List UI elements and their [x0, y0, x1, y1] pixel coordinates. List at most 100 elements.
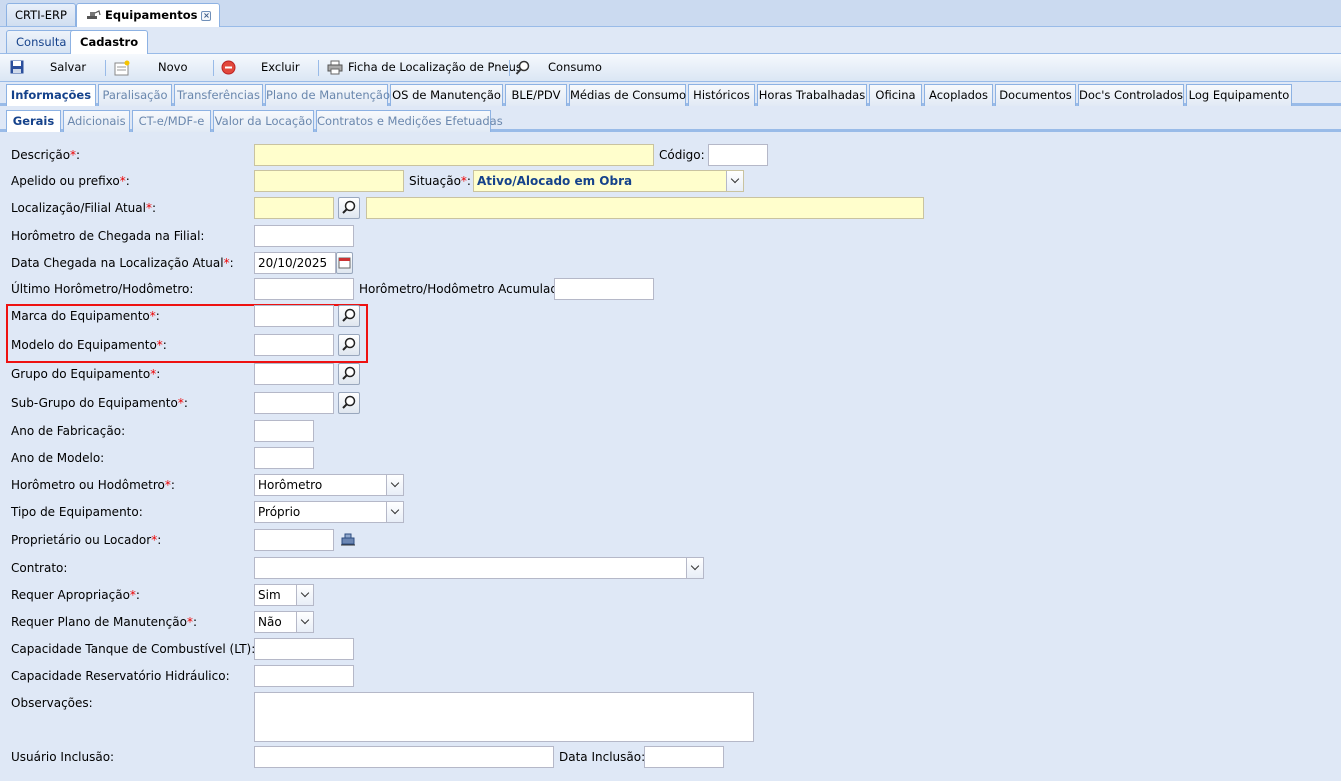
subgrupo-label: Sub-Grupo do Equipamento*:	[11, 396, 188, 410]
tab-horas-trabalhadas[interactable]: Horas Trabalhadas	[757, 84, 867, 106]
tipo-select[interactable]: Próprio	[254, 501, 404, 523]
calendar-button[interactable]	[336, 252, 353, 274]
toolbar-separator	[318, 60, 319, 76]
chevron-down-icon[interactable]	[726, 171, 743, 191]
subgrupo-input[interactable]	[254, 392, 334, 414]
tab-acoplados[interactable]: Acoplados	[924, 84, 993, 106]
proprietario-input[interactable]	[254, 529, 334, 551]
data-inclusao-input[interactable]	[644, 746, 724, 768]
tire-location-sheet-button[interactable]: Ficha de Localização de Pneus	[348, 60, 522, 74]
tab-label: Plano de Manutenção	[266, 88, 391, 102]
grupo-input[interactable]	[254, 363, 334, 385]
req-apropriacao-select[interactable]: Sim	[254, 584, 314, 606]
chevron-down-icon[interactable]	[386, 475, 403, 495]
descricao-input[interactable]	[254, 144, 654, 166]
tab-ble-pdv[interactable]: BLE/PDV	[505, 84, 567, 106]
localizacao-description-input[interactable]	[366, 197, 924, 219]
horometro-chegada-input[interactable]	[254, 225, 354, 247]
marca-label: Marca do Equipamento*:	[11, 309, 160, 323]
tab-contratos-medicoes[interactable]: Contratos e Medições Efetuadas	[316, 110, 503, 132]
horometro-ou-hodometro-select[interactable]: Horômetro	[254, 474, 404, 496]
tab-label: Documentos	[999, 88, 1072, 102]
tab-docs-controlados[interactable]: Doc's Controlados	[1078, 84, 1184, 106]
horometro-acumulado-label: Horômetro/Hodômetro Acumulado:	[359, 282, 570, 296]
toolbar-separator	[105, 60, 106, 76]
tab-label: Doc's Controlados	[1079, 88, 1183, 102]
tab-cte-mdfe[interactable]: CT-e/MDF-e	[132, 110, 211, 132]
horometro-acumulado-input[interactable]	[554, 278, 654, 300]
tab-medias-consumo[interactable]: Médias de Consumo	[569, 84, 686, 106]
tab-informacoes[interactable]: Informações	[6, 84, 96, 106]
ano-fabricacao-input[interactable]	[254, 420, 314, 442]
tab-os-manutencao[interactable]: OS de Manutenção	[390, 84, 503, 106]
localizacao-code-input[interactable]	[254, 197, 334, 219]
proprietario-label: Proprietário ou Locador*:	[11, 533, 162, 547]
cap-combustivel-input[interactable]	[254, 638, 354, 660]
ultimo-horometro-label: Último Horômetro/Hodômetro:	[11, 282, 194, 296]
req-plano-select[interactable]: Não	[254, 611, 314, 633]
close-icon[interactable]: ×	[201, 11, 212, 21]
tab-valor-locacao[interactable]: Valor da Locação	[213, 110, 314, 132]
tab-label: Gerais	[12, 114, 55, 128]
select-value: Não	[258, 615, 282, 629]
tab-label: Históricos	[693, 88, 750, 102]
data-chegada-label: Data Chegada na Localização Atual*:	[11, 256, 234, 270]
contrato-select[interactable]	[254, 557, 704, 579]
observacoes-label: Observações:	[11, 696, 93, 710]
situacao-select[interactable]: Ativo/Alocado em Obra	[473, 170, 744, 192]
tab-consulta[interactable]: Consulta	[6, 30, 77, 53]
tab-label: Log Equipamento	[1188, 88, 1290, 102]
data-chegada-input[interactable]: 20/10/2025	[254, 252, 336, 274]
tab-label: Transferências	[177, 88, 260, 102]
localizacao-search-button[interactable]	[338, 197, 360, 219]
chevron-down-icon[interactable]	[386, 502, 403, 522]
tab-transferencias[interactable]: Transferências	[174, 84, 263, 106]
tab-label: BLE/PDV	[511, 88, 561, 102]
marca-input[interactable]	[254, 305, 334, 327]
ano-modelo-input[interactable]	[254, 447, 314, 469]
tab-oficina[interactable]: Oficina	[869, 84, 922, 106]
req-plano-label: Requer Plano de Manutenção*:	[11, 615, 197, 629]
proprietario-lookup-button[interactable]	[338, 529, 360, 551]
marca-search-button[interactable]	[338, 305, 360, 327]
tab-label: Valor da Locação	[214, 114, 313, 128]
tab-gerais[interactable]: Gerais	[6, 110, 61, 132]
ultimo-horometro-input[interactable]	[254, 278, 354, 300]
tab-paralisacao[interactable]: Paralisação	[98, 84, 172, 106]
modelo-input[interactable]	[254, 334, 334, 356]
tab-equipamentos[interactable]: Equipamentos ×	[76, 3, 221, 27]
tab-label: OS de Manutenção	[392, 88, 501, 102]
tab-documentos[interactable]: Documentos	[995, 84, 1076, 106]
tab-plano-manutencao[interactable]: Plano de Manutenção	[265, 84, 391, 106]
chevron-down-icon[interactable]	[686, 558, 703, 578]
new-button[interactable]: Novo	[158, 60, 187, 74]
subgrupo-search-button[interactable]	[338, 392, 360, 414]
grupo-search-button[interactable]	[338, 363, 360, 385]
codigo-label: Código:	[659, 148, 705, 162]
observacoes-textarea[interactable]	[254, 692, 754, 742]
chevron-down-icon[interactable]	[296, 585, 313, 605]
cap-hidraulico-input[interactable]	[254, 665, 354, 687]
codigo-input[interactable]	[708, 144, 768, 166]
tab-cadastro[interactable]: Cadastro	[70, 30, 149, 54]
apelido-label: Apelido ou prefixo*:	[11, 174, 130, 188]
tab-label: Contratos e Medições Efetuadas	[317, 114, 503, 128]
modelo-search-button[interactable]	[338, 334, 360, 356]
situacao-label: Situação*:	[409, 174, 471, 188]
tab-historicos[interactable]: Históricos	[688, 84, 755, 106]
calendar-icon	[338, 257, 351, 269]
delete-button[interactable]: Excluir	[261, 60, 300, 74]
tab-crti-erp[interactable]: CRTI-ERP	[6, 3, 76, 26]
modelo-label: Modelo do Equipamento*:	[11, 338, 167, 352]
save-button[interactable]: Salvar	[50, 60, 86, 74]
descricao-label: Descrição*:	[11, 148, 81, 162]
consumption-button[interactable]: Consumo	[548, 60, 602, 74]
usuario-inclusao-input[interactable]	[254, 746, 554, 768]
tab-log-equipamento[interactable]: Log Equipamento	[1186, 84, 1292, 106]
window-tab-bar: CRTI-ERP Equipamentos ×	[0, 0, 1341, 27]
tab-adicionais[interactable]: Adicionais	[63, 110, 130, 132]
chevron-down-icon[interactable]	[296, 612, 313, 632]
apelido-input[interactable]	[254, 170, 404, 192]
contrato-label: Contrato:	[11, 561, 68, 575]
search-icon	[342, 337, 356, 351]
